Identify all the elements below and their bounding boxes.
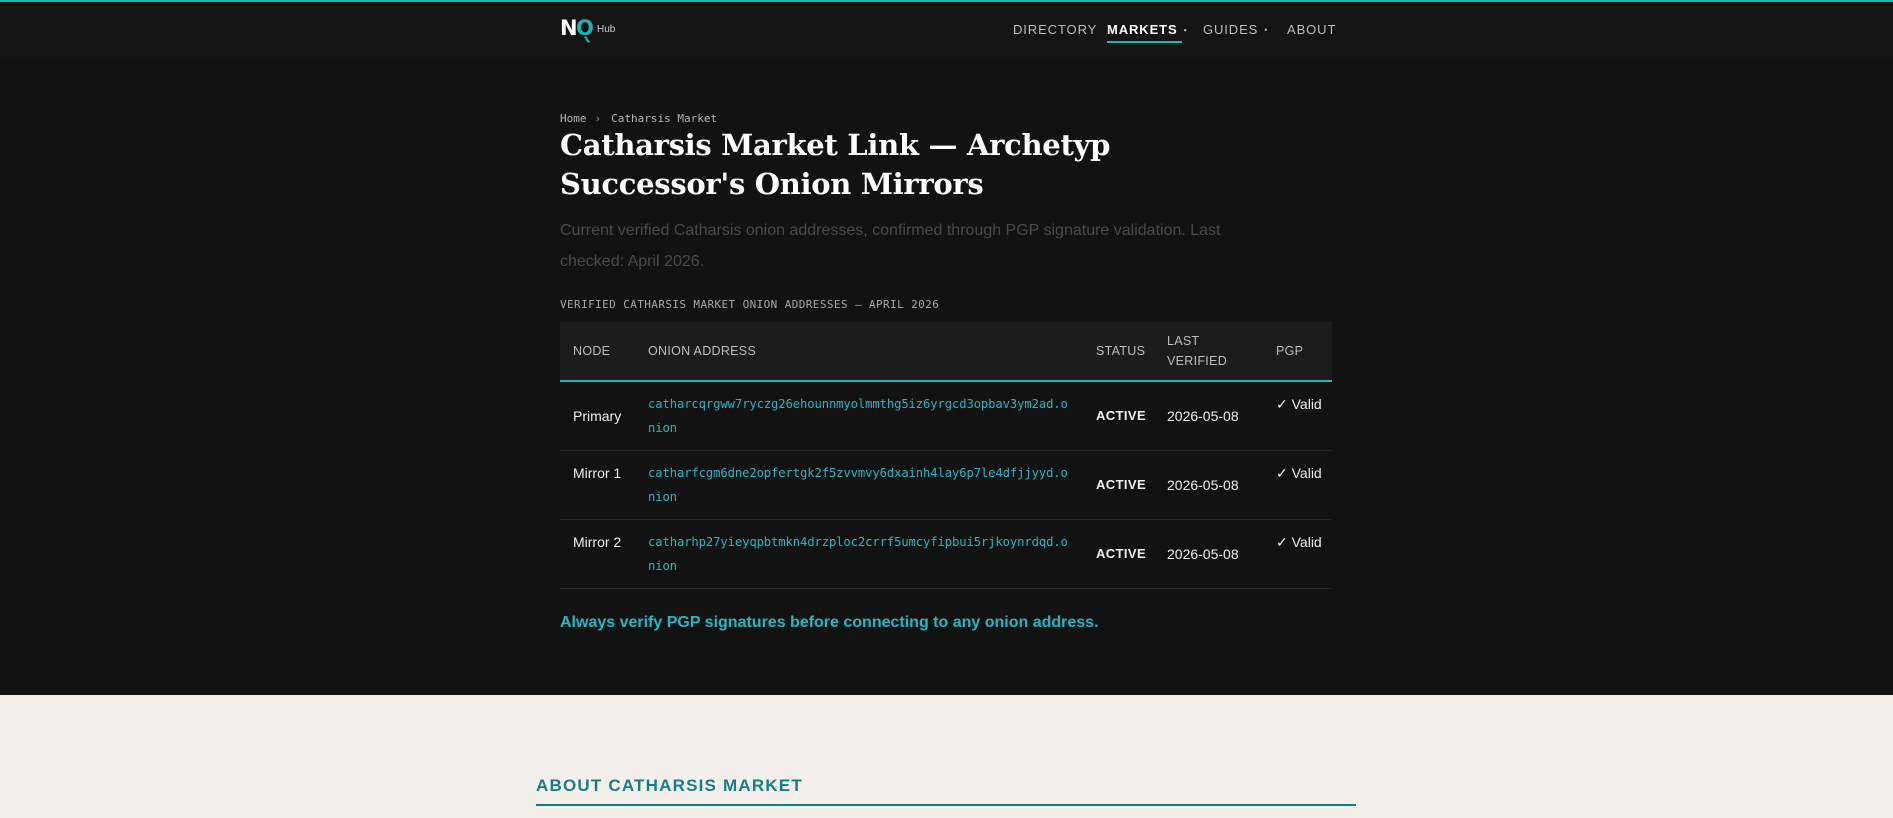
dropdown-indicator-icon: • — [1264, 25, 1269, 35]
about-section: ABOUT CATHARSIS MARKET — [0, 695, 1893, 818]
status-badge: ACTIVE — [1096, 408, 1147, 423]
table-row: Mirror 1 catharfcgm6dne2opfertgk2f5zvvmv… — [560, 451, 1332, 520]
onion-address-table: NODE ONION ADDRESS STATUS LAST VERIFIED … — [560, 322, 1332, 589]
about-heading: ABOUT CATHARSIS MARKET — [536, 776, 803, 795]
nav-item-label: MARKETS — [1107, 22, 1178, 37]
pgp-status: ✓ Valid — [1276, 534, 1322, 550]
pgp-status: ✓ Valid — [1276, 465, 1322, 481]
header-pgp: PGP — [1276, 344, 1304, 358]
table-row: Primary catharcqrgww7ryczg26ehounnmyolmm… — [560, 382, 1332, 451]
last-verified-date: 2026-05-08 — [1167, 477, 1239, 493]
breadcrumb-current: Catharsis Market — [611, 112, 718, 125]
active-nav-underline — [1107, 41, 1182, 43]
nav-item-markets[interactable]: MARKETS • — [1107, 22, 1188, 37]
status-badge: ACTIVE — [1096, 546, 1147, 561]
onion-address-link[interactable]: catharcqrgww7ryczg26ehounnmyolmmthg5iz6y… — [648, 392, 1068, 440]
last-verified-date: 2026-05-08 — [1167, 408, 1239, 424]
header-last-verified: LAST VERIFIED — [1167, 334, 1228, 368]
header-node: NODE — [573, 344, 611, 358]
breadcrumb-separator: › — [594, 112, 602, 125]
node-name: Mirror 1 — [573, 465, 622, 481]
page-title: Catharsis Market Link — Archetyp Success… — [560, 128, 1111, 201]
onion-address-link[interactable]: catharfcgm6dne2opfertgk2f5zvvmvy6dxainh4… — [648, 461, 1068, 509]
breadcrumb-home-link[interactable]: Home — [560, 112, 587, 125]
logo-letter-n: N — [560, 16, 578, 40]
node-name: Mirror 2 — [573, 534, 622, 550]
header-status: STATUS — [1096, 344, 1146, 358]
nav-item-about[interactable]: ABOUT — [1287, 22, 1336, 37]
page-subtitle: Current verified Catharsis onion address… — [560, 222, 1221, 270]
pgp-status: ✓ Valid — [1276, 396, 1322, 412]
dropdown-indicator-icon: • — [1183, 25, 1188, 35]
onion-address-link[interactable]: catharhp27yieyqpbtmkn4drzploc2crrf5umcyf… — [648, 530, 1068, 578]
last-verified-date: 2026-05-08 — [1167, 546, 1239, 562]
nav-item-directory[interactable]: DIRECTORY — [1013, 22, 1097, 37]
table-row: Mirror 2 catharhp27yieyqpbtmkn4drzploc2c… — [560, 520, 1332, 589]
nav-item-label: ABOUT — [1287, 22, 1337, 37]
breadcrumb: Home › Catharsis Market — [560, 112, 717, 125]
section-divider — [536, 804, 1356, 806]
logo-suffix: Hub — [597, 24, 616, 35]
nav-item-label: GUIDES — [1203, 22, 1259, 37]
pgp-warning-notice: Always verify PGP signatures before conn… — [560, 614, 1099, 631]
table-caption: VERIFIED CATHARSIS MARKET ONION ADDRESSE… — [560, 298, 940, 311]
status-badge: ACTIVE — [1096, 477, 1147, 492]
nav-item-guides[interactable]: GUIDES • — [1203, 22, 1268, 37]
node-name: Primary — [573, 408, 622, 424]
header-address: ONION ADDRESS — [648, 344, 757, 358]
site-header: N O Hub DIRECTORY MARKETS • GUIDES • ABOUT — [0, 2, 1893, 62]
table-header: NODE ONION ADDRESS STATUS LAST VERIFIED … — [560, 322, 1332, 382]
nav-item-label: DIRECTORY — [1013, 22, 1098, 37]
